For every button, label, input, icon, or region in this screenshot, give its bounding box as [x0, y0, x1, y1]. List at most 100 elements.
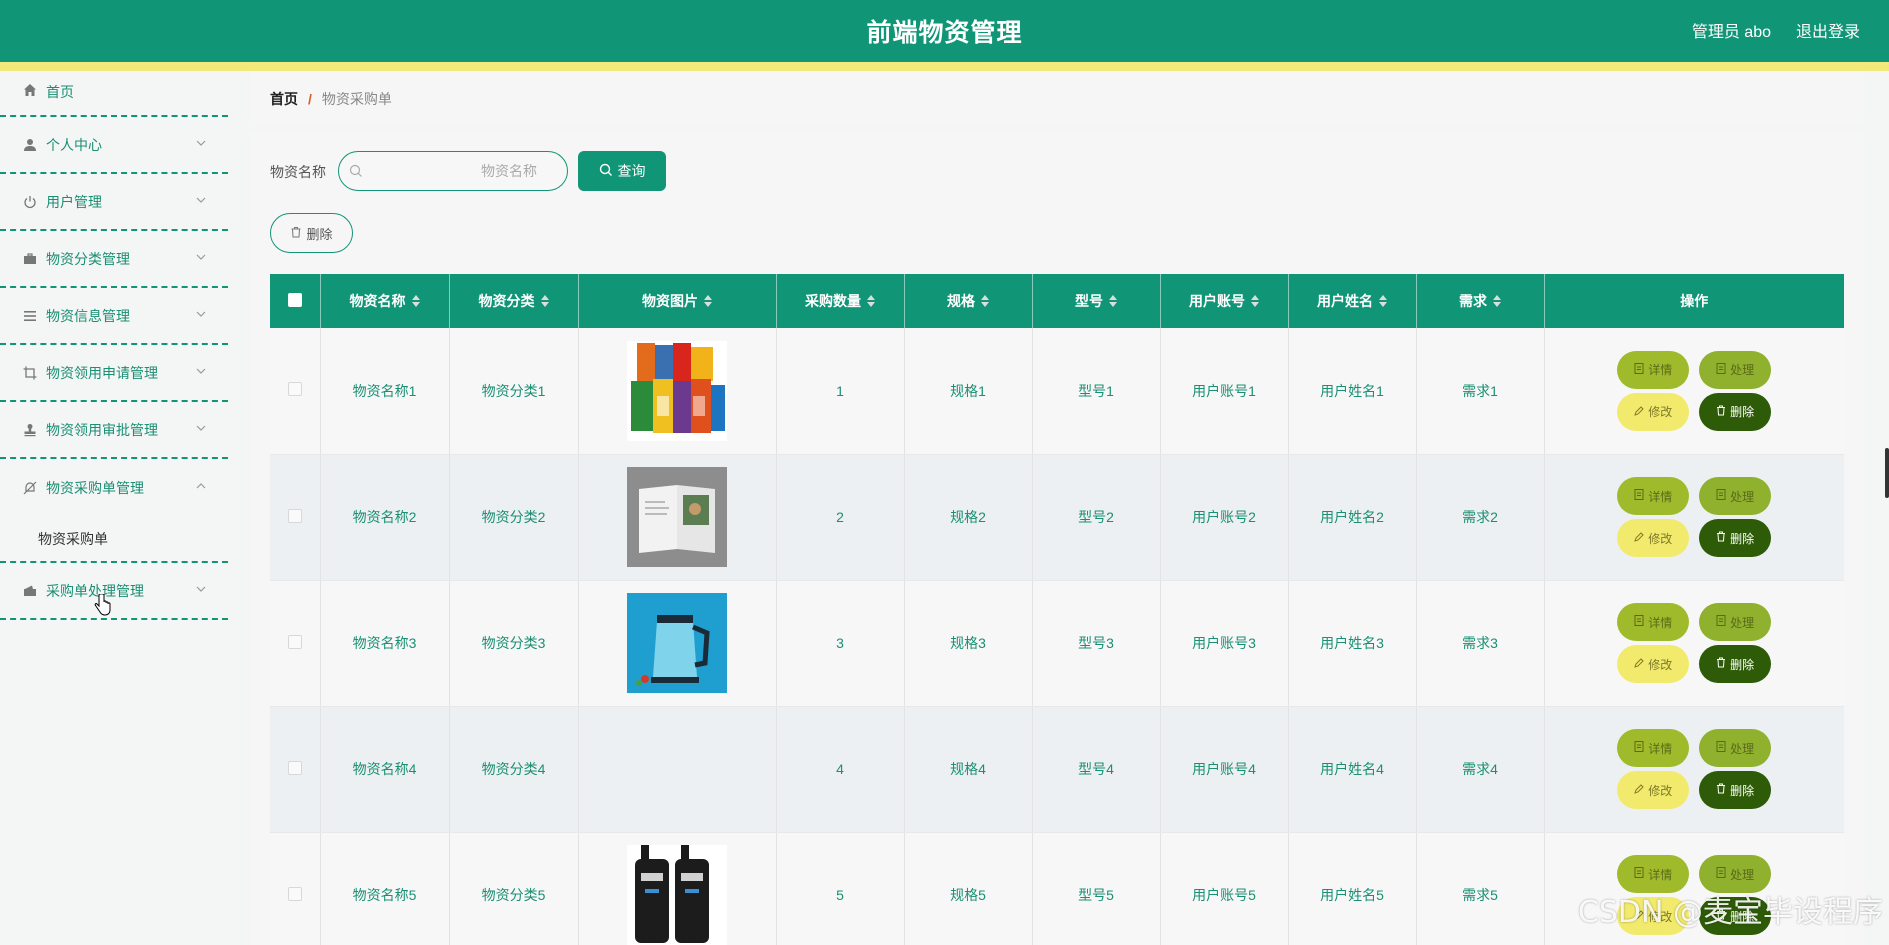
handle-button[interactable]: 处理: [1699, 729, 1772, 767]
edit-button[interactable]: 修改: [1617, 645, 1690, 683]
cell-actions: 详情 处理 修改 删除: [1544, 328, 1844, 455]
column-header[interactable]: 采购数量: [776, 274, 905, 328]
sidebar-item-personal-center[interactable]: 个人中心: [0, 117, 228, 174]
delete-button[interactable]: 删除: [1699, 392, 1772, 431]
row-checkbox[interactable]: [287, 886, 302, 901]
sidebar-item-user-management[interactable]: 用户管理: [0, 174, 228, 231]
document-icon: [1716, 867, 1730, 881]
chevron-down-icon: [196, 365, 206, 379]
document-icon: [1634, 362, 1648, 377]
column-header[interactable]: 规格: [904, 274, 1033, 328]
detail-button[interactable]: 详情: [1617, 729, 1690, 767]
table-row: 物资名称1 物资分类1 1 规格1 型号1 用户账号1 用户姓名1 需求1 详情…: [270, 328, 1844, 455]
row-checkbox[interactable]: [287, 634, 302, 649]
cell-model: 型号5: [1032, 832, 1161, 945]
sort-icon[interactable]: [981, 294, 989, 310]
book-image[interactable]: [627, 467, 727, 567]
sidebar-item-label: 首页: [46, 84, 74, 100]
cell-spec: 规格2: [904, 454, 1033, 581]
bell-off-icon: [22, 480, 38, 496]
row-checkbox[interactable]: [287, 508, 302, 523]
cell-account: 用户账号3: [1160, 580, 1289, 707]
cell-category: 物资分类2: [449, 454, 579, 581]
top-bar: 前端物资管理 管理员 abo 退出登录: [0, 0, 1889, 62]
document-icon: [1716, 615, 1730, 629]
cell-model: 型号3: [1032, 580, 1161, 707]
cell-category: 物资分类5: [449, 832, 579, 945]
detail-button[interactable]: 详情: [1617, 603, 1690, 641]
row-checkbox[interactable]: [287, 382, 302, 397]
handle-button[interactable]: 处理: [1699, 350, 1772, 389]
cell-username: 用户姓名1: [1288, 328, 1417, 455]
column-header[interactable]: 型号: [1032, 274, 1161, 328]
column-header[interactable]: 用户账号: [1160, 274, 1289, 328]
cell-actions: 详情 处理 修改 删除: [1544, 454, 1844, 581]
row-checkbox[interactable]: [287, 760, 302, 775]
sort-icon[interactable]: [540, 294, 549, 310]
kettle-image[interactable]: [627, 593, 727, 693]
sidebar-item-apply-management[interactable]: 物资领用申请管理: [0, 345, 228, 402]
page-scrollbar-thumb[interactable]: [1885, 448, 1889, 498]
detail-button[interactable]: 详情: [1617, 350, 1690, 389]
sidebar-item-info-management[interactable]: 物资信息管理: [0, 288, 228, 345]
select-all-checkbox[interactable]: [287, 292, 302, 307]
document-icon: [1716, 362, 1730, 377]
cell-image: [578, 580, 777, 707]
sort-icon[interactable]: [867, 294, 875, 310]
home-icon: [22, 82, 38, 98]
query-button[interactable]: 查询: [578, 151, 666, 191]
hand-cursor-icon: [94, 593, 112, 619]
sort-icon[interactable]: [1251, 294, 1259, 310]
logout-link[interactable]: 退出登录: [1796, 18, 1860, 42]
app-title: 前端物资管理: [866, 19, 1023, 47]
handle-button[interactable]: 处理: [1699, 603, 1772, 641]
cell-account: 用户账号5: [1160, 832, 1289, 945]
snacks-image[interactable]: [627, 340, 727, 441]
edit-button[interactable]: 修改: [1617, 519, 1690, 557]
edit-button[interactable]: 修改: [1617, 771, 1690, 809]
table-row: 物资名称3 物资分类3 3 规格3 型号3 用户账号3 用户姓名3 需求3 详情…: [270, 580, 1844, 707]
column-header[interactable]: 用户姓名: [1288, 274, 1417, 328]
sort-icon[interactable]: [1493, 294, 1501, 310]
delete-button[interactable]: 删除: [1699, 645, 1772, 683]
sidebar-item-home[interactable]: 首页: [0, 71, 228, 117]
chevron-down-icon: [196, 583, 206, 597]
chevron-down-icon: [196, 137, 206, 151]
cell-username: 用户姓名4: [1288, 706, 1417, 833]
detail-button[interactable]: 详情: [1617, 477, 1690, 515]
column-header[interactable]: 物资分类: [449, 274, 579, 328]
bottles-image[interactable]: [627, 845, 727, 945]
sort-icon[interactable]: [1109, 294, 1117, 310]
breadcrumb-separator: /: [308, 90, 312, 107]
document-icon: [1634, 741, 1648, 755]
sidebar-item-order-processing[interactable]: 采购单处理管理: [0, 563, 228, 620]
sidebar-subitem-purchase-order[interactable]: 物资采购单: [0, 516, 228, 563]
sort-icon[interactable]: [411, 294, 420, 310]
search-input[interactable]: [339, 152, 567, 190]
sort-icon[interactable]: [704, 294, 712, 310]
cell-account: 用户账号1: [1160, 328, 1289, 455]
edit-button[interactable]: 修改: [1617, 392, 1690, 431]
search-icon: [599, 163, 618, 180]
delete-button[interactable]: 删除: [1699, 771, 1772, 809]
batch-delete-button[interactable]: 删除: [270, 213, 353, 253]
cell-qty: 2: [776, 454, 905, 581]
breadcrumb-home[interactable]: 首页: [270, 89, 298, 109]
sort-icon[interactable]: [1379, 294, 1387, 310]
sidebar-item-purchase-management[interactable]: 物资采购单管理: [0, 459, 228, 516]
trash-icon: [1716, 783, 1730, 797]
sidebar-item-approval-management[interactable]: 物资领用审批管理: [0, 402, 228, 459]
cell-model: 型号2: [1032, 454, 1161, 581]
column-header[interactable]: 物资图片: [578, 274, 777, 328]
chevron-down-icon: [196, 251, 206, 265]
cell-qty: 1: [776, 328, 905, 455]
column-header[interactable]: 物资名称: [320, 274, 450, 328]
handle-button[interactable]: 处理: [1699, 477, 1772, 515]
cell-name: 物资名称1: [320, 328, 450, 455]
document-icon: [1634, 867, 1648, 881]
sidebar-item-category-management[interactable]: 物资分类管理: [0, 231, 228, 288]
table-row: 物资名称2 物资分类2 2 规格2 型号2 用户账号2 用户姓名2 需求2 详情…: [270, 454, 1844, 581]
delete-button[interactable]: 删除: [1699, 519, 1772, 557]
column-header[interactable]: 需求: [1416, 274, 1545, 328]
cell-account: 用户账号2: [1160, 454, 1289, 581]
